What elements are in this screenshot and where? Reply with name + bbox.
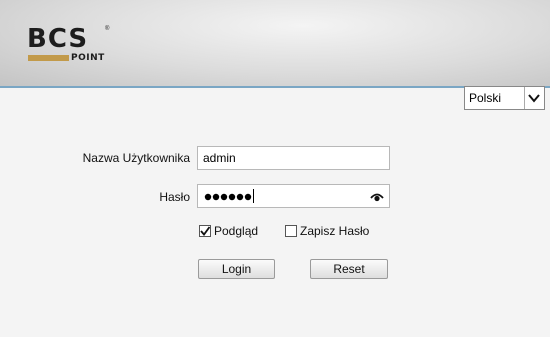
logo-subtext: POINT	[71, 53, 105, 63]
login-button[interactable]: Login	[198, 259, 275, 279]
text-cursor	[253, 189, 254, 203]
username-value: admin	[203, 151, 236, 165]
logo-accent-bar	[28, 55, 69, 61]
password-label: Hasło	[159, 190, 190, 204]
save-password-checkbox[interactable]	[285, 225, 297, 237]
header-banner: BCS ® POINT	[0, 0, 550, 86]
password-masked-dots	[204, 193, 252, 201]
chevron-down-icon[interactable]	[524, 87, 544, 109]
eye-icon[interactable]	[370, 191, 384, 205]
language-select[interactable]: Polski	[464, 86, 545, 110]
checkmark-icon	[200, 226, 211, 236]
save-password-label: Zapisz Hasło	[300, 224, 370, 238]
bcs-point-logo: BCS ® POINT	[27, 24, 110, 66]
reset-button[interactable]: Reset	[310, 259, 388, 279]
logo-registered-mark: ®	[105, 26, 110, 32]
language-selected-value: Polski	[469, 91, 502, 105]
preview-label: Podgląd	[214, 224, 259, 238]
password-field[interactable]	[197, 184, 390, 208]
username-label: Nazwa Użytkownika	[82, 151, 190, 165]
logo-text: BCS	[27, 24, 89, 54]
username-field[interactable]: admin	[197, 146, 390, 170]
preview-checkbox[interactable]	[199, 225, 211, 237]
